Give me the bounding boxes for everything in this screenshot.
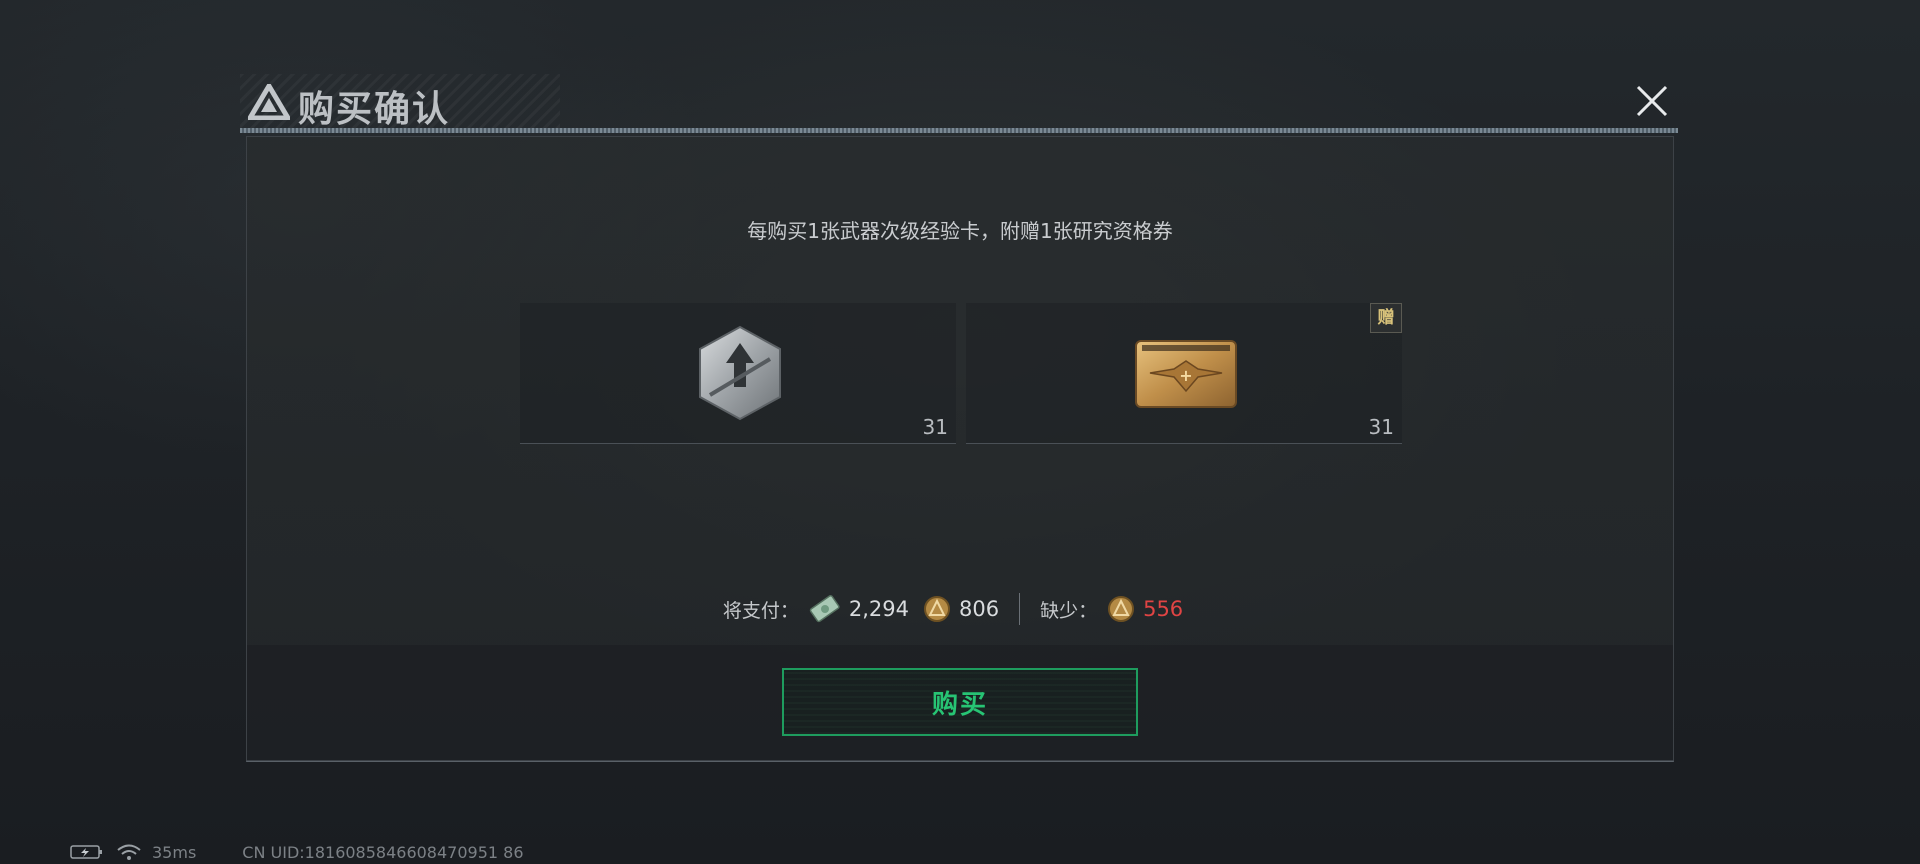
pay-amount-banknote: 2,294: [848, 597, 909, 621]
coin-currency-icon: [1108, 596, 1135, 622]
promo-text: 每购买1张武器次级经验卡，附赠1张研究资格券: [747, 219, 1173, 243]
close-button[interactable]: [1628, 79, 1676, 123]
pay-label: 将支付：: [722, 599, 799, 622]
title-divider: [240, 128, 1678, 133]
banknote-currency-icon: [809, 595, 840, 623]
buy-button[interactable]: 购买: [782, 668, 1138, 736]
gift-badge: 赠: [1370, 303, 1402, 333]
pay-amount-coin: 806: [958, 597, 1000, 621]
cost-divider: [1019, 593, 1021, 625]
status-bar: 35ms CN UID:1816085846608470951 86: [70, 842, 524, 862]
cost-summary: 将支付： 2,294 806 缺少： 556: [247, 592, 1673, 626]
dialog-title: 购买确认: [298, 89, 451, 130]
item-quantity: 31: [1368, 415, 1394, 439]
svg-text:+: +: [1179, 366, 1192, 385]
weapon-xp-card-icon: [699, 325, 781, 421]
ping-readout: 35ms: [152, 842, 197, 862]
game-logo-icon: [248, 84, 290, 120]
wifi-icon: [117, 844, 141, 860]
purchase-dialog: 每购买1张武器次级经验卡，附赠1张研究资格券 31 赠 + 31 将支付： 2,…: [246, 136, 1674, 762]
item-quantity: 31: [922, 415, 948, 439]
shortage-label: 缺少：: [1040, 599, 1098, 622]
dialog-title-bar: 购买确认: [240, 74, 1678, 130]
research-voucher-icon: +: [1135, 340, 1237, 408]
item-slot-research-voucher[interactable]: 赠 + 31: [966, 303, 1402, 444]
battery-charging-icon: [70, 845, 102, 859]
item-slot-xp-card[interactable]: 31: [520, 303, 956, 444]
user-uid: CN UID:1816085846608470951 86: [242, 842, 524, 862]
coin-currency-icon: [923, 596, 950, 622]
close-icon: [1636, 85, 1668, 117]
shortage-amount: 556: [1143, 597, 1184, 621]
